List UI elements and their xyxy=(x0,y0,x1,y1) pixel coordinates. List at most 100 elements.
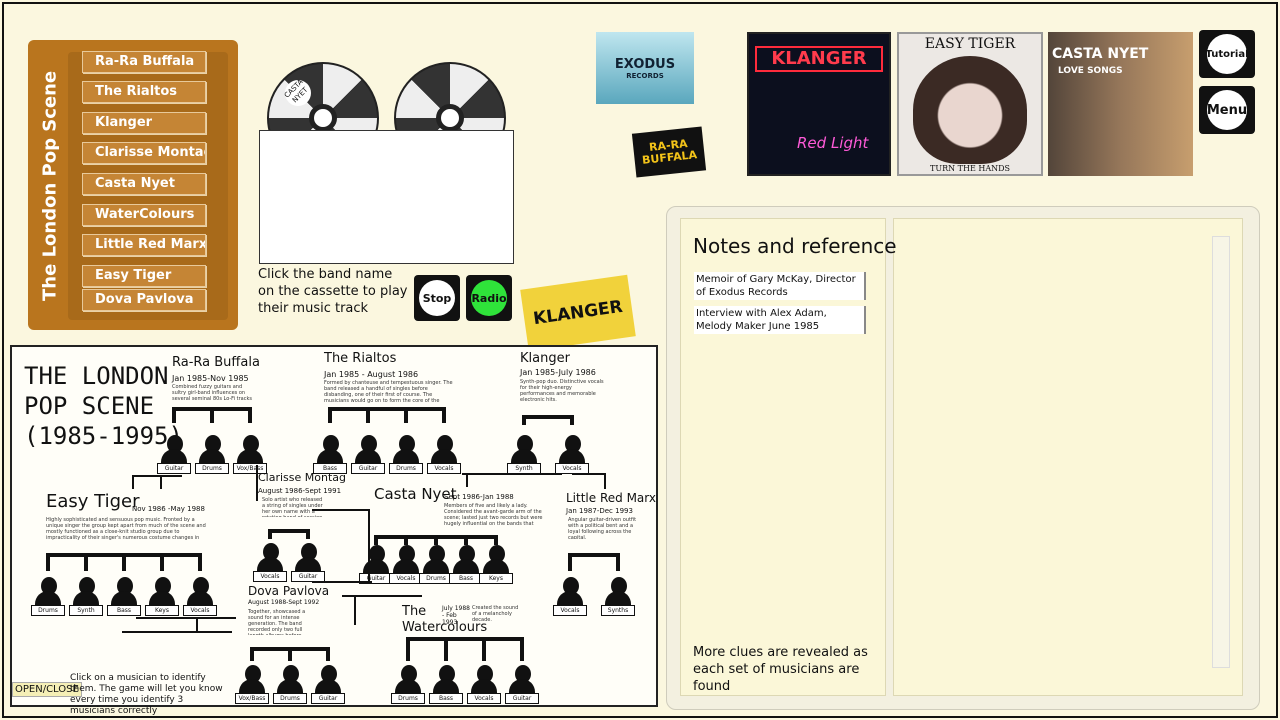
band-button-rialtos[interactable]: The Rialtos xyxy=(82,81,206,103)
band-button-watercolours[interactable]: WaterColours xyxy=(82,204,206,226)
musician-klanger-1[interactable]: Synth xyxy=(507,433,541,477)
tree-line xyxy=(288,647,292,661)
musician-role: Drums xyxy=(419,573,453,584)
musician-marx-1[interactable]: Vocals xyxy=(553,575,587,619)
musician-body xyxy=(395,679,421,693)
musician-role: Vocals xyxy=(467,693,501,704)
tree-connector xyxy=(462,473,562,475)
musician-casta-2[interactable]: Vocals xyxy=(389,543,423,587)
musician-water-4[interactable]: Guitar xyxy=(505,663,539,707)
musician-casta-3[interactable]: Drums xyxy=(419,543,453,587)
menu-button[interactable]: Menu xyxy=(1199,86,1255,134)
tree-line xyxy=(482,637,486,661)
musician-body xyxy=(557,591,583,605)
exodus-records-sticker[interactable]: EXODUS RECORDS xyxy=(596,32,694,104)
musician-water-2[interactable]: Bass xyxy=(429,663,463,707)
musician-role: Keys xyxy=(145,605,179,616)
tree-connector xyxy=(132,475,182,477)
musician-casta-5[interactable]: Keys xyxy=(479,543,513,587)
tree-date-clarisse: August 1986-Sept 1991 xyxy=(258,487,342,495)
album-casta-nyet[interactable]: CASTA NYET LOVE SONGS xyxy=(1048,32,1193,176)
band-button-dova[interactable]: Dova Pavlova xyxy=(82,289,206,311)
musician-role: Drums xyxy=(391,693,425,704)
musician-klanger-2[interactable]: Vocals xyxy=(555,433,589,477)
musician-role: Vocals xyxy=(389,573,423,584)
musician-clarisse-1[interactable]: Vocals xyxy=(253,541,287,585)
stop-button[interactable]: Stop xyxy=(414,275,460,321)
radio-label: Radio xyxy=(471,280,507,316)
band-button-rara[interactable]: Ra-Ra Buffala xyxy=(82,51,206,73)
tree-band-rialtos: The Rialtos xyxy=(324,351,397,366)
musician-role: Drums xyxy=(195,463,229,474)
exodus-title: EXODUS xyxy=(614,56,676,72)
reel-hub xyxy=(309,104,337,132)
note-item-interview[interactable]: Interview with Alex Adam, Melody Maker J… xyxy=(694,306,866,334)
band-button-klanger[interactable]: Klanger xyxy=(82,112,206,134)
album-easy-subtitle: TURN THE HANDS xyxy=(930,164,1010,173)
musician-water-1[interactable]: Drums xyxy=(391,663,425,707)
musician-body xyxy=(393,559,419,573)
musician-role: Guitar xyxy=(505,693,539,704)
tree-connector xyxy=(122,631,232,633)
musician-rialtos-4[interactable]: Vocals xyxy=(427,433,461,477)
album-casta-title: CASTA NYET xyxy=(1052,46,1149,62)
musician-rara-2[interactable]: Drums xyxy=(195,433,229,477)
tree-date-water: July 1988 - Feb 1993 xyxy=(442,605,470,626)
musician-role: Keys xyxy=(479,573,513,584)
stop-label: Stop xyxy=(419,280,455,316)
album-klanger[interactable]: KLANGER Red Light xyxy=(747,32,891,176)
klanger-sticker[interactable]: KLANGER xyxy=(520,274,636,352)
musician-rara-1[interactable]: Guitar xyxy=(157,433,191,477)
tree-connector xyxy=(572,473,604,475)
tree-date-rialtos: Jan 1985 - August 1986 xyxy=(324,370,419,379)
musician-body xyxy=(315,679,341,693)
tree-line xyxy=(122,553,126,571)
musician-dova-3[interactable]: Guitar xyxy=(311,663,345,707)
tree-line xyxy=(568,553,620,557)
tree-line xyxy=(210,407,214,423)
musician-rialtos-2[interactable]: Guitar xyxy=(351,433,385,477)
tree-line xyxy=(84,553,88,571)
musician-rialtos-3[interactable]: Drums xyxy=(389,433,423,477)
tree-line xyxy=(198,553,202,571)
musician-dova-1[interactable]: Vox/Bass xyxy=(235,663,269,707)
musician-casta-4[interactable]: Bass xyxy=(449,543,483,587)
musician-role: Drums xyxy=(273,693,307,704)
band-button-easy[interactable]: Easy Tiger xyxy=(82,265,206,287)
exodus-sub: RECORDS xyxy=(626,71,664,80)
band-button-clarisse[interactable]: Clarisse Montag xyxy=(82,142,206,164)
musician-clarisse-2[interactable]: Guitar xyxy=(291,541,325,585)
musician-dova-2[interactable]: Drums xyxy=(273,663,307,707)
musician-body xyxy=(257,557,283,571)
album-easy-tiger[interactable]: EASY TIGER TURN THE HANDS xyxy=(897,32,1043,176)
notes-scrollbar[interactable] xyxy=(1212,236,1230,668)
musician-easy-4[interactable]: Keys xyxy=(145,575,179,619)
musician-role: Synths xyxy=(601,605,635,616)
tree-band-marx: Little Red Marx xyxy=(566,491,656,505)
musician-easy-5[interactable]: Vocals xyxy=(183,575,217,619)
musician-easy-2[interactable]: Synth xyxy=(69,575,103,619)
tutorial-button[interactable]: Tutorial xyxy=(1199,30,1255,78)
tree-band-dova: Dova Pavlova xyxy=(248,584,330,598)
musician-body xyxy=(199,449,225,463)
tree-line xyxy=(250,647,254,661)
musician-role: Guitar xyxy=(157,463,191,474)
band-button-casta[interactable]: Casta Nyet xyxy=(82,173,206,195)
band-button-marx[interactable]: Little Red Marx xyxy=(82,234,206,256)
cassette-body[interactable] xyxy=(259,130,514,264)
tree-connector xyxy=(136,617,236,619)
musician-easy-1[interactable]: Drums xyxy=(31,575,65,619)
tree-connector xyxy=(368,509,370,581)
tree-band-rara: Ra-Ra Buffala xyxy=(172,355,260,370)
musician-body xyxy=(559,449,585,463)
musician-body xyxy=(471,679,497,693)
musician-water-3[interactable]: Vocals xyxy=(467,663,501,707)
radio-button[interactable]: Radio xyxy=(466,275,512,321)
rara-buffala-sticker[interactable]: RA-RA BUFFALA xyxy=(631,126,707,178)
notes-footer: More clues are revealed as each set of m… xyxy=(693,645,868,694)
musician-easy-3[interactable]: Bass xyxy=(107,575,141,619)
musician-marx-2[interactable]: Synths xyxy=(601,575,635,619)
musician-role: Vocals xyxy=(427,463,461,474)
tree-line xyxy=(248,407,252,423)
note-item-memoir[interactable]: Memoir of Gary McKay, Director of Exodus… xyxy=(694,272,866,300)
